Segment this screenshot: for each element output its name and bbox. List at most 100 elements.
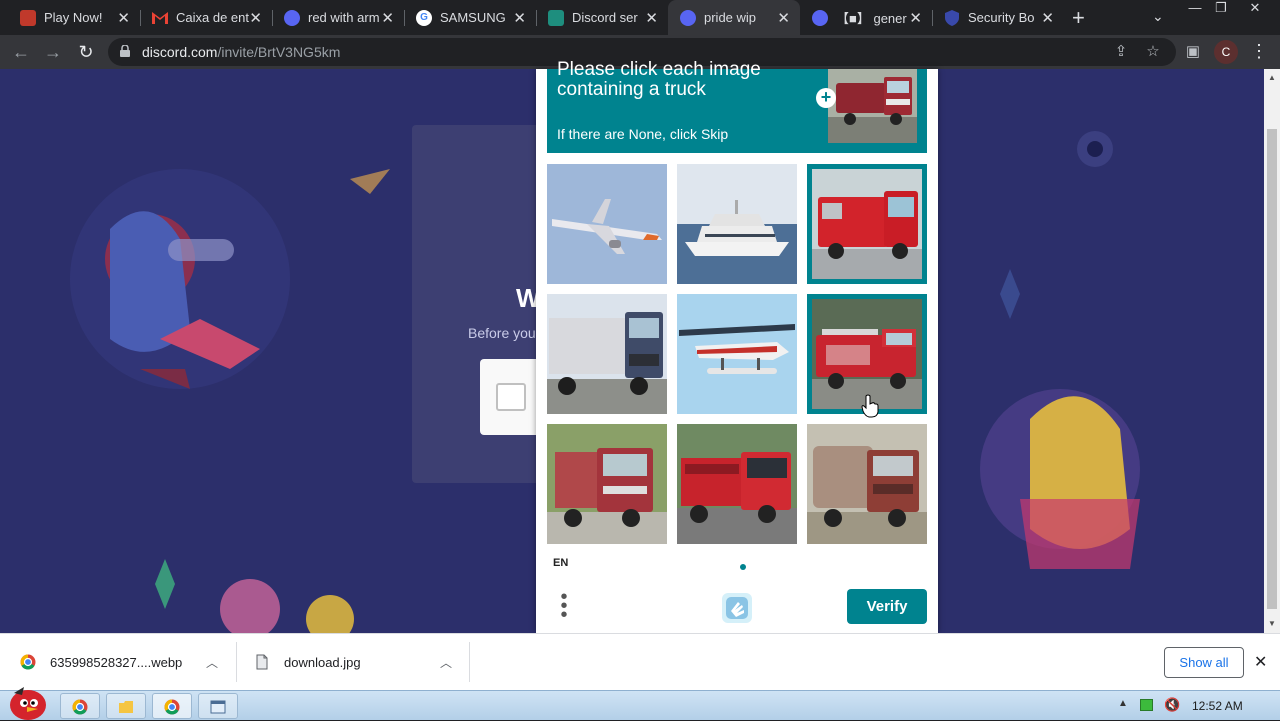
tab-label: Discord ser [572, 10, 638, 25]
airplane-image [547, 164, 667, 284]
side-panel-icon[interactable]: ▣ [1184, 43, 1202, 61]
scroll-down-icon[interactable]: ▼ [1267, 619, 1277, 629]
bookmark-star-icon[interactable]: ☆ [1144, 43, 1162, 61]
tray-expand-icon[interactable]: ▲ [1118, 698, 1128, 709]
fire-truck-image [812, 169, 922, 279]
close-icon[interactable]: ✕ [777, 9, 790, 27]
tab-label: Play Now! [44, 10, 103, 25]
red-truck-image [677, 424, 797, 544]
taskbar-chrome-active[interactable] [152, 693, 192, 719]
tab-label: pride wip [704, 10, 757, 25]
chrome-icon [164, 699, 180, 715]
download-item-2[interactable]: download.jpg ︿ [254, 634, 468, 690]
windows-taskbar: ▲ 🔇 12:52 AM [0, 687, 1280, 720]
image-tile-2[interactable] [677, 164, 797, 284]
taskbar-explorer[interactable] [106, 693, 146, 719]
dump-truck-image [547, 424, 667, 544]
chevron-up-icon[interactable]: ︿ [206, 654, 218, 671]
sheet-icon [548, 9, 564, 26]
tab-search-icon[interactable]: ⌄ [1152, 8, 1164, 25]
captcha-menu-icon[interactable]: • • • [556, 587, 572, 625]
forward-button[interactable]: → [42, 41, 64, 63]
lock-icon [120, 45, 130, 57]
tab-discord-server[interactable]: Discord ser ✕ [536, 0, 668, 35]
image-tile-5[interactable] [677, 294, 797, 414]
restore-button[interactable]: ❐ [1204, 0, 1238, 18]
url-text: discord.com/invite/BrtV3NG5km [142, 44, 341, 60]
download-item-1[interactable]: 635998528327....webp ︿ [20, 634, 234, 690]
tab-gmail[interactable]: Caixa de ent ✕ [140, 0, 272, 35]
image-tile-8[interactable] [677, 424, 797, 544]
battery-icon[interactable] [1140, 699, 1153, 711]
sample-truck-image [828, 69, 917, 143]
volume-muted-icon[interactable]: 🔇 [1164, 697, 1180, 713]
yacht-image [677, 164, 797, 284]
tab-red-with-arm[interactable]: red with arm ✕ [272, 0, 404, 35]
hand-cursor-icon [861, 394, 879, 418]
close-window-button[interactable]: ✕ [1238, 0, 1272, 18]
hcaptcha-logo-icon [722, 593, 752, 623]
seaplane-image [677, 294, 797, 414]
profile-avatar[interactable]: C [1214, 40, 1238, 64]
taskbar-chrome[interactable] [60, 693, 100, 719]
tab-security-bot[interactable]: Security Bo ✕ [932, 0, 1064, 35]
verify-button[interactable]: Verify [847, 589, 927, 624]
prompt-subtext: If there are None, click Skip [557, 126, 729, 142]
share-icon[interactable]: ⇪ [1112, 43, 1130, 61]
taskbar-window[interactable] [198, 693, 238, 719]
tab-label: Caixa de ent [176, 10, 249, 25]
browser-menu-icon[interactable]: ⋮ [1250, 41, 1268, 62]
discord-icon [680, 9, 696, 26]
close-icon[interactable]: ✕ [909, 9, 922, 27]
show-all-button[interactable]: Show all [1164, 647, 1244, 678]
tab-general[interactable]: 【■】 gener ✕ [800, 0, 932, 35]
challenge-prompt: Please click each image containing a tru… [547, 59, 927, 153]
discord-icon [812, 9, 828, 26]
image-tile-7[interactable] [547, 424, 667, 544]
chrome-icon [72, 699, 88, 715]
shield-icon [944, 9, 960, 26]
page-indicator-dot [740, 564, 746, 570]
file-icon [256, 654, 268, 670]
discord-icon [284, 9, 300, 26]
start-angry-bird-icon[interactable] [4, 681, 48, 721]
close-icon[interactable]: ✕ [249, 9, 262, 27]
tab-samsung[interactable]: G SAMSUNG ✕ [404, 0, 536, 35]
captcha-checkbox[interactable] [496, 383, 526, 411]
tab-pride-wip[interactable]: pride wip ✕ [668, 0, 800, 35]
back-button[interactable]: ← [10, 41, 32, 63]
hcaptcha-challenge: Please click each image containing a tru… [536, 59, 938, 633]
image-tile-4[interactable] [547, 294, 667, 414]
close-icon[interactable]: ✕ [1041, 9, 1054, 27]
download-filename: 635998528327....webp [50, 654, 183, 670]
taskbar-clock[interactable]: 12:52 AM [1192, 699, 1243, 713]
close-icon[interactable]: ✕ [117, 9, 130, 27]
reload-button[interactable]: ↻ [75, 41, 97, 63]
new-tab-button[interactable]: + [1072, 5, 1085, 31]
tab-label: red with arm [308, 10, 380, 25]
scroll-thumb[interactable] [1267, 129, 1277, 609]
page-scrollbar[interactable]: ▲ ▼ [1264, 69, 1280, 633]
scroll-up-icon[interactable]: ▲ [1267, 73, 1277, 83]
tab-play-now[interactable]: Play Now! ✕ [8, 0, 140, 35]
image-tile-1[interactable] [547, 164, 667, 284]
tab-label: 【■】 gener [836, 11, 907, 26]
close-icon[interactable]: ✕ [645, 9, 658, 27]
chevron-up-icon[interactable]: ︿ [440, 654, 452, 671]
prompt-line-1: Please click each image [557, 59, 761, 80]
tab-label: Security Bo [968, 10, 1035, 25]
chrome-file-icon [20, 654, 36, 670]
close-shelf-icon[interactable]: ✕ [1254, 652, 1267, 672]
close-icon[interactable]: ✕ [513, 9, 526, 27]
image-tile-9[interactable] [807, 424, 927, 544]
gmail-icon [152, 10, 168, 26]
language-selector[interactable]: EN [553, 557, 568, 569]
download-shelf: 635998528327....webp ︿ download.jpg ︿ Sh… [0, 633, 1280, 690]
close-icon[interactable]: ✕ [381, 9, 394, 27]
image-tile-3[interactable] [807, 164, 927, 284]
fire-engine-image [812, 299, 922, 409]
download-filename: download.jpg [284, 654, 361, 670]
semi-truck-image [547, 294, 667, 414]
tab-strip: Play Now! ✕ Caixa de ent ✕ red with arm … [0, 0, 1280, 35]
prompt-line-2: containing a truck [557, 79, 706, 100]
